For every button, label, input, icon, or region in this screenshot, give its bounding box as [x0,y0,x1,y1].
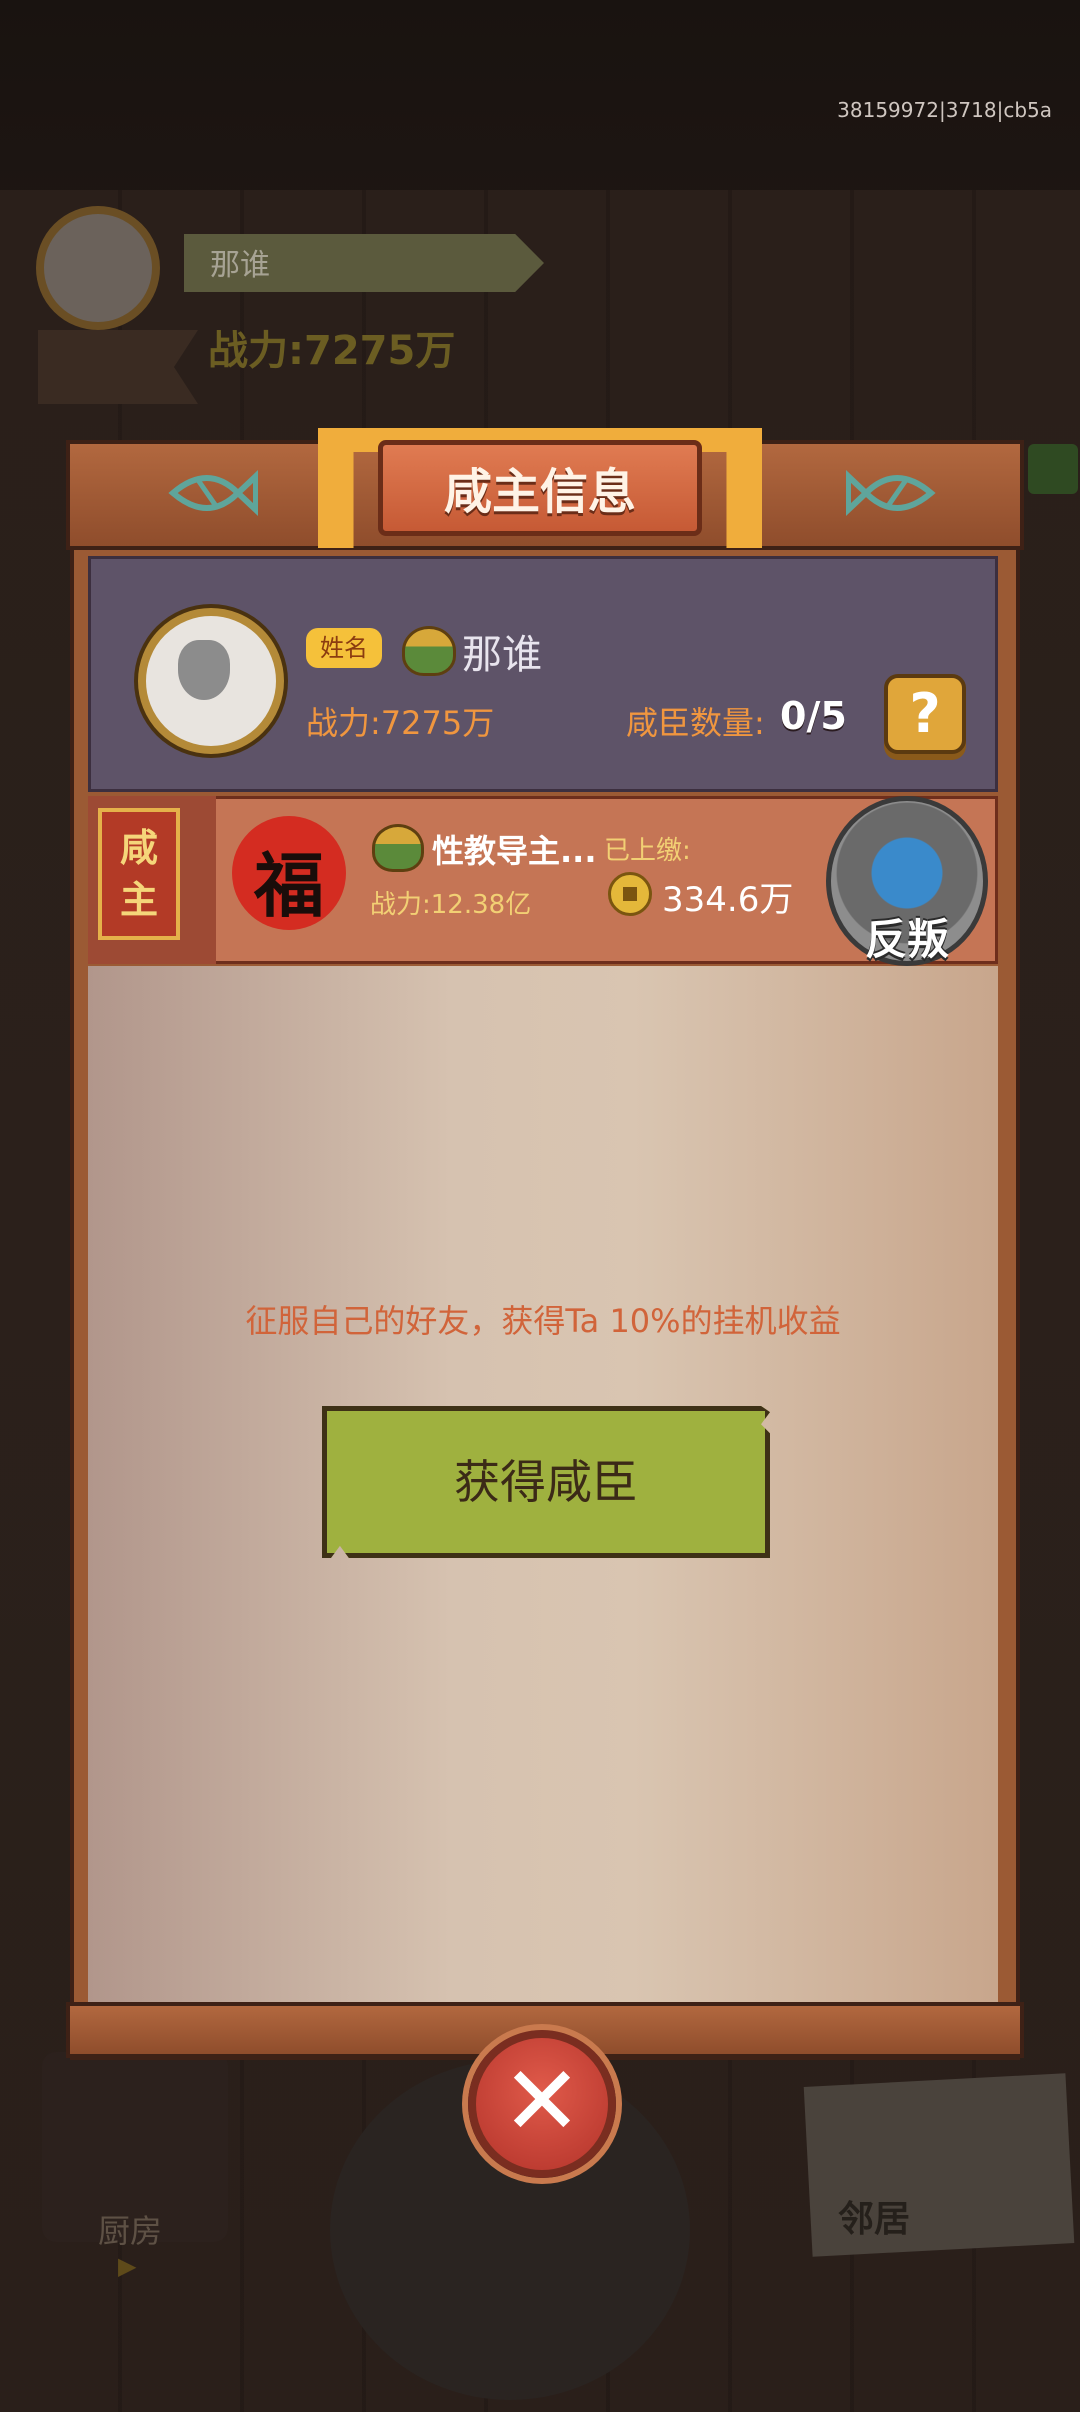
build-id: 38159972|3718|cb5a [837,98,1052,122]
close-icon: ✕ [501,2045,583,2157]
player-avatar [36,206,160,330]
player-ribbon [38,330,198,404]
avatar-character [178,640,230,700]
play-icon: ▶ [118,2252,137,2280]
get-vassal-button-label: 获得咸臣 [454,1455,638,1509]
paid-label: 已上缴: [604,836,691,866]
vassal-count: 0/5 [780,694,847,738]
lord-avatar-char: 福 [254,844,324,927]
rank-badge-icon [372,824,424,872]
vassal-count-label: 咸臣数量: [626,704,765,742]
lord-name: 性教导主... [432,832,597,870]
rank-badge-icon [402,626,456,676]
rebel-button-label: 反叛 [864,915,949,964]
player-power: 战力:7275万 [208,328,456,374]
fish-icon [168,468,259,531]
conquer-hint: 征服自己的好友，获得Ta 10%的挂机收益 [245,1302,841,1340]
my-name: 那谁 [462,632,542,678]
fish-icon [845,468,936,531]
player-name: 那谁 [210,248,270,283]
coin-hole [623,887,637,901]
dialog-title: 咸主信息 [443,464,636,520]
name-tag: 姓名 [306,628,382,668]
my-power: 战力:7275万 [306,704,495,742]
help-button[interactable]: ? [884,674,966,754]
side-plus-icon [1028,444,1078,494]
neighbor-label: 邻居 [838,2199,911,2240]
lord-tag: 咸主 [98,808,180,940]
paid-value: 334.6万 [662,880,794,920]
lord-power: 战力:12.38亿 [370,890,532,920]
kitchen-label: 厨房 [98,2212,163,2250]
